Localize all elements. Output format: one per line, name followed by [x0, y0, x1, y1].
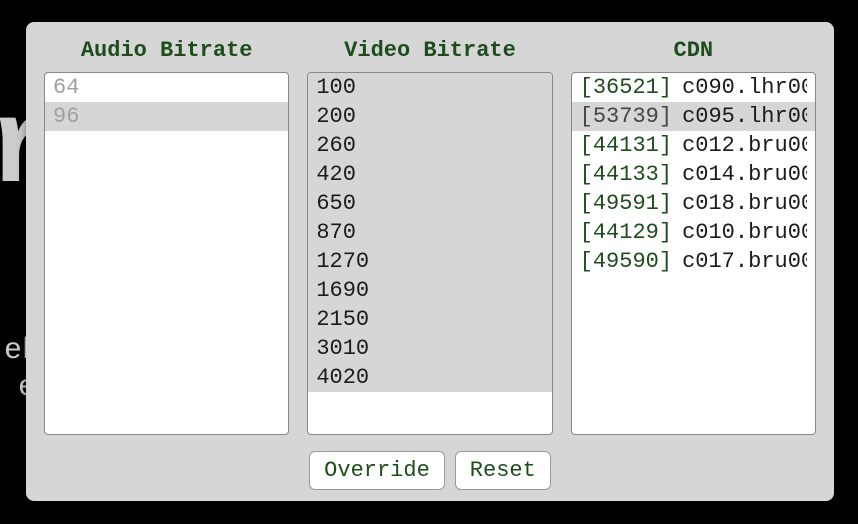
cdn-item[interactable]: [44129] c010.bru00 [572, 218, 815, 247]
cdn-host: c018.bru00 [682, 189, 807, 218]
cdn-host: c090.lhr00 [682, 73, 807, 102]
video-item[interactable]: 200 [308, 102, 551, 131]
video-title: Video Bitrate [307, 40, 552, 68]
cdn-id: [49591] [580, 189, 672, 218]
reset-button[interactable]: Reset [455, 451, 551, 490]
video-item[interactable]: 870 [308, 218, 551, 247]
cdn-item[interactable]: [44133] c014.bru00 [572, 160, 815, 189]
cdn-id: [49590] [580, 247, 672, 276]
cdn-id: [53739] [580, 102, 672, 131]
video-item[interactable]: 100 [308, 73, 551, 102]
cdn-id: [44129] [580, 218, 672, 247]
bitrate-override-panel: Audio Bitrate 6496 Video Bitrate 1002002… [26, 22, 834, 501]
video-item[interactable]: 1270 [308, 247, 551, 276]
video-item[interactable]: 650 [308, 189, 551, 218]
audio-item[interactable]: 96 [45, 102, 288, 131]
cdn-host: c010.bru00 [682, 218, 807, 247]
cdn-host: c017.bru00 [682, 247, 807, 276]
cdn-id: [44133] [580, 160, 672, 189]
audio-item[interactable]: 64 [45, 73, 288, 102]
video-item[interactable]: 2150 [308, 305, 551, 334]
video-item[interactable]: 260 [308, 131, 551, 160]
cdn-id: [44131] [580, 131, 672, 160]
cdn-item[interactable]: [53739] c095.lhr00 [572, 102, 815, 131]
video-item[interactable]: 420 [308, 160, 551, 189]
cdn-item[interactable]: [44131] c012.bru00 [572, 131, 815, 160]
cdn-item[interactable]: [49591] c018.bru00 [572, 189, 815, 218]
cdn-item[interactable]: [36521] c090.lhr00 [572, 73, 815, 102]
video-item[interactable]: 1690 [308, 276, 551, 305]
audio-title: Audio Bitrate [44, 40, 289, 68]
cdn-column: CDN [36521]c090.lhr00[53739]c095.lhr00[4… [571, 40, 816, 435]
video-column: Video Bitrate 10020026042065087012701690… [307, 40, 552, 435]
cdn-item[interactable]: [49590] c017.bru00 [572, 247, 815, 276]
cdn-listbox[interactable]: [36521]c090.lhr00[53739]c095.lhr00[44131… [571, 72, 816, 435]
audio-listbox[interactable]: 6496 [44, 72, 289, 435]
cdn-host: c014.bru00 [682, 160, 807, 189]
cdn-id: [36521] [580, 73, 672, 102]
cdn-title: CDN [571, 40, 816, 68]
cdn-host: c095.lhr00 [682, 102, 807, 131]
audio-column: Audio Bitrate 6496 [44, 40, 289, 435]
video-item[interactable]: 4020 [308, 363, 551, 392]
cdn-host: c012.bru00 [682, 131, 807, 160]
override-button[interactable]: Override [309, 451, 445, 490]
button-row: Override Reset [44, 451, 816, 490]
video-listbox[interactable]: 10020026042065087012701690215030104020 [307, 72, 552, 435]
video-item[interactable]: 3010 [308, 334, 551, 363]
